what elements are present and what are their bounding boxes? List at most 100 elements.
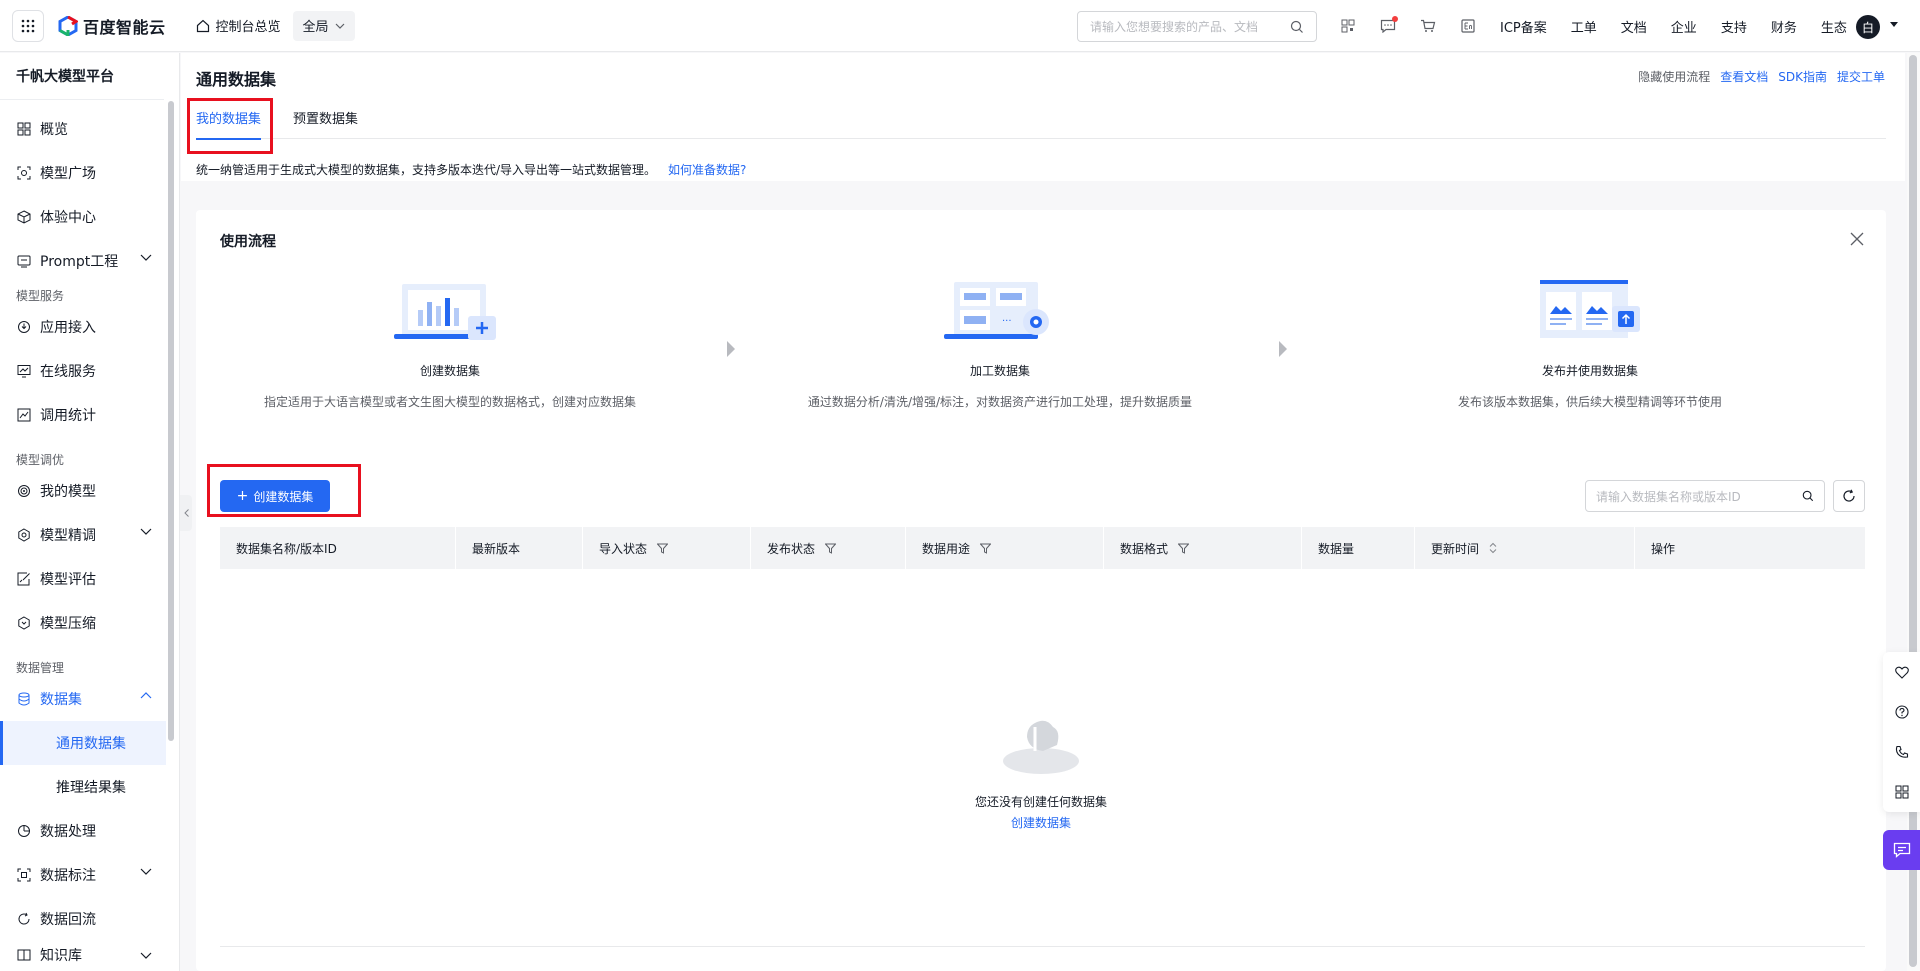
sidebar-item-data-labeling[interactable]: 数据标注 — [0, 853, 170, 897]
filter-icon[interactable] — [980, 543, 992, 554]
apps-grid-icon[interactable] — [1883, 772, 1920, 812]
nav-icp[interactable]: ICP备案 — [1500, 17, 1547, 36]
sidebar-scrollbar[interactable] — [168, 101, 174, 741]
message-icon[interactable] — [1376, 14, 1400, 38]
favorite-heart-icon[interactable] — [1883, 652, 1920, 692]
sidebar-item-evaluate[interactable]: 模型评估 — [0, 557, 170, 601]
global-search-placeholder: 请输入您想要搜索的产品、文档 — [1090, 20, 1259, 34]
close-icon[interactable] — [1850, 232, 1864, 246]
sidebar-group-tuning: 模型调优 — [16, 453, 65, 467]
sidebar-item-compress[interactable]: 模型压缩 — [0, 601, 170, 645]
sidebar-item-prompt[interactable]: Prompt工程 — [0, 239, 170, 283]
sidebar-item-my-models[interactable]: 我的模型 — [0, 469, 170, 513]
chevron-down-icon — [140, 952, 152, 959]
column-header-import-status: 导入状态 — [583, 527, 751, 569]
prepare-data-link[interactable]: 如何准备数据? — [668, 163, 746, 177]
nav-support[interactable]: 支持 — [1721, 17, 1747, 36]
cart-icon[interactable] — [1416, 14, 1440, 38]
cube-icon — [16, 209, 32, 225]
sidebar: 千帆大模型平台 概览 模型广场 体验中心 Prompt工程 模型服务 应用接入 … — [0, 53, 180, 971]
help-icon[interactable] — [1883, 692, 1920, 732]
filter-icon[interactable] — [825, 543, 837, 554]
book-icon — [16, 947, 32, 963]
sidebar-item-experience[interactable]: 体验中心 — [0, 195, 170, 239]
chat-assistant-button[interactable] — [1883, 830, 1920, 870]
sidebar-item-label: 数据集 — [40, 692, 82, 708]
user-avatar[interactable]: 白 — [1856, 15, 1880, 39]
target-icon — [16, 483, 32, 499]
chevron-down-icon — [140, 868, 152, 875]
chevron-down-icon — [335, 23, 344, 29]
brand-name: 百度智能云 — [83, 17, 166, 37]
view-docs-link[interactable]: 查看文档 — [1720, 68, 1768, 85]
flow-step-name: 发布并使用数据集 — [1541, 364, 1638, 378]
qrcode-icon[interactable] — [1336, 14, 1360, 38]
download-circle-icon — [16, 319, 32, 335]
pie-icon — [16, 823, 32, 839]
sdk-guide-link[interactable]: SDK指南 — [1778, 68, 1827, 85]
page-title: 通用数据集 — [196, 70, 277, 89]
empty-cloud-icon — [1003, 720, 1079, 774]
highlight-box-create — [207, 464, 361, 517]
sidebar-item-knowledge-base[interactable]: 知识库 — [0, 939, 170, 971]
tab-preset-datasets[interactable]: 预置数据集 — [293, 95, 358, 139]
language-en-icon[interactable] — [1456, 14, 1480, 38]
dataset-search-input[interactable]: 请输入数据集名称或版本ID — [1585, 480, 1825, 512]
sort-icon[interactable] — [1489, 542, 1497, 554]
empty-state: 您还没有创建任何数据集 创建数据集 — [196, 717, 1886, 831]
compress-icon — [16, 615, 32, 631]
flow-step-desc: 指定适用于大语言模型或者文生图大模型的数据格式，创建对应数据集 — [263, 395, 636, 409]
column-header-label: 导入状态 — [599, 541, 648, 556]
sidebar-item-label: 模型评估 — [40, 572, 96, 588]
empty-state-text: 您还没有创建任何数据集 — [974, 795, 1107, 809]
sidebar-item-label: 调用统计 — [40, 408, 96, 424]
refresh-button[interactable] — [1833, 480, 1865, 512]
nav-docs[interactable]: 文档 — [1621, 17, 1647, 36]
column-header-data-usage: 数据用途 — [906, 527, 1104, 569]
sidebar-item-app-access[interactable]: 应用接入 — [0, 305, 170, 349]
page-header: 通用数据集 隐藏使用流程 查看文档 SDK指南 提交工单 我的数据集 预置数据集… — [181, 53, 1905, 181]
chevron-up-icon — [140, 692, 152, 699]
console-home-link[interactable]: 控制台总览 — [196, 16, 281, 35]
sidebar-item-overview[interactable]: 概览 — [0, 107, 170, 151]
global-search-input[interactable]: 请输入您想要搜索的产品、文档 — [1077, 11, 1317, 42]
sidebar-item-data-reflow[interactable]: 数据回流 — [0, 897, 170, 941]
filter-icon[interactable] — [657, 543, 669, 554]
submit-ticket-link[interactable]: 提交工单 — [1837, 68, 1885, 85]
region-selector[interactable]: 全局 — [292, 10, 355, 41]
nav-ecosystem[interactable]: 生态 — [1821, 17, 1847, 36]
database-icon — [16, 691, 32, 707]
sidebar-item-usage-stats[interactable]: 调用统计 — [0, 393, 170, 437]
filter-icon[interactable] — [1178, 543, 1190, 554]
page-description: 统一纳管适用于生成式大模型的数据集，支持多版本迭代/导入导出等一站式数据管理。如… — [196, 161, 746, 178]
phone-icon[interactable] — [1883, 732, 1920, 772]
sidebar-item-online-service[interactable]: 在线服务 — [0, 349, 170, 393]
app-grid-icon[interactable] — [12, 9, 44, 42]
empty-create-dataset-link[interactable]: 创建数据集 — [196, 814, 1886, 831]
sidebar-item-finetune[interactable]: 模型精调 — [0, 513, 170, 557]
region-label: 全局 — [302, 20, 329, 35]
search-icon[interactable] — [1802, 490, 1814, 502]
nav-finance[interactable]: 财务 — [1771, 17, 1797, 36]
home-icon — [196, 19, 209, 32]
monitor-icon — [16, 363, 32, 379]
nav-ticket[interactable]: 工单 — [1571, 17, 1597, 36]
column-header-label: 更新时间 — [1431, 541, 1480, 556]
dataset-tabs: 我的数据集 预置数据集 — [196, 95, 1886, 140]
sidebar-item-datasets[interactable]: 数据集 — [0, 677, 170, 721]
floating-toolbar — [1883, 652, 1920, 812]
header-nav: ICP备案 工单 文档 企业 支持 财务 生态 — [1500, 0, 1871, 52]
nav-enterprise[interactable]: 企业 — [1671, 17, 1697, 36]
brand-logo[interactable]: 百度智能云 — [58, 14, 166, 38]
sidebar-item-label: 模型精调 — [40, 528, 96, 544]
sidebar-item-general-datasets[interactable]: 通用数据集 — [0, 721, 166, 765]
caret-down-icon[interactable] — [1890, 22, 1898, 27]
sidebar-item-model-square[interactable]: 模型广场 — [0, 151, 170, 195]
column-header-data-volume: 数据量 — [1302, 527, 1415, 569]
sidebar-item-data-processing[interactable]: 数据处理 — [0, 809, 170, 853]
search-icon[interactable] — [1290, 20, 1304, 34]
header-icon-group — [1336, 14, 1496, 38]
sidebar-item-inference-results[interactable]: 推理结果集 — [0, 765, 166, 809]
header-links: 隐藏使用流程 查看文档 SDK指南 提交工单 — [1628, 68, 1885, 85]
hide-flow-link[interactable]: 隐藏使用流程 — [1638, 68, 1710, 85]
